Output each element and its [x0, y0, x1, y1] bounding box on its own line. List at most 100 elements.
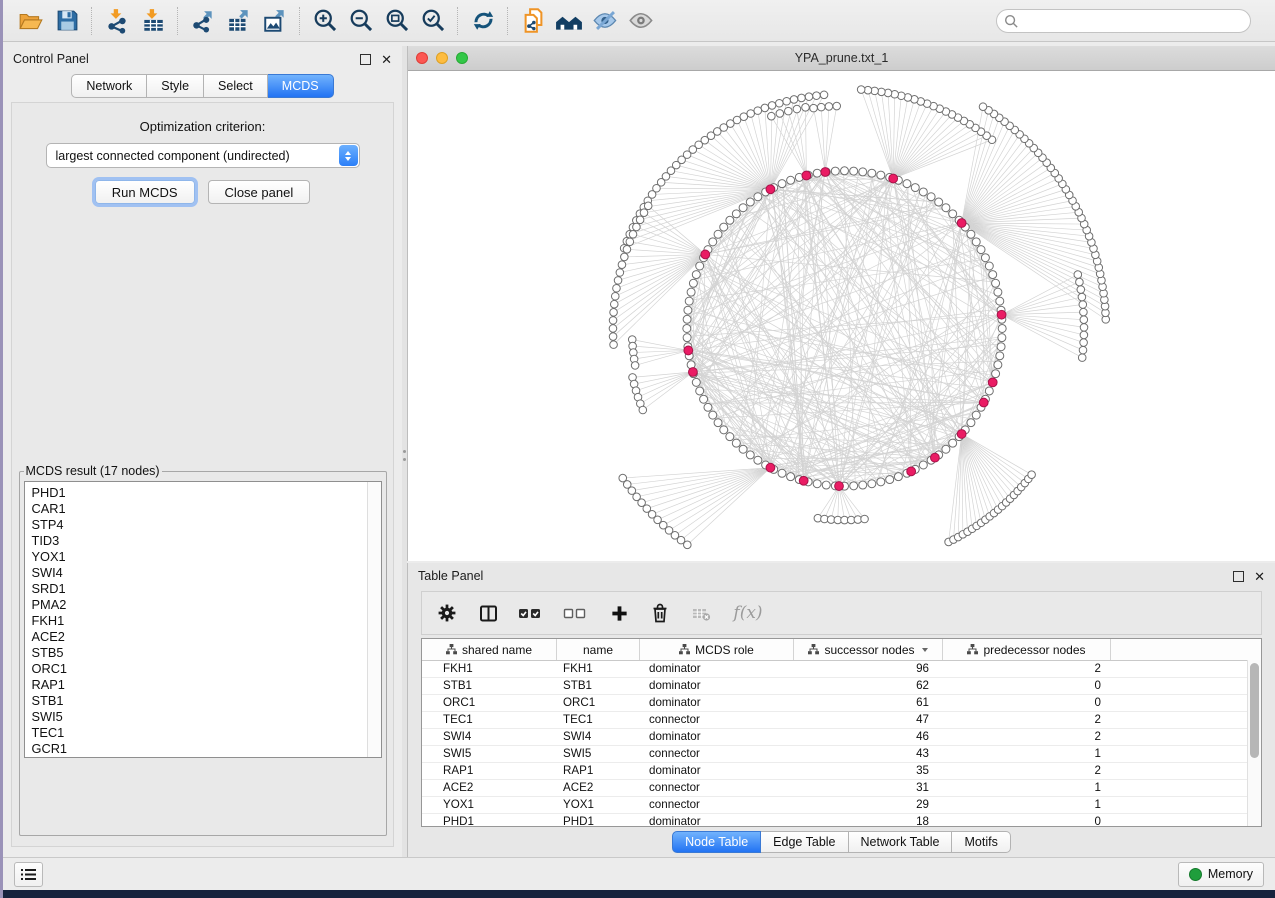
cell-name[interactable]: FKH1 [557, 661, 640, 677]
mcds-hub-node[interactable] [907, 467, 916, 476]
table-scrollbar-thumb[interactable] [1250, 663, 1259, 758]
cell-successor_nodes[interactable]: 35 [794, 763, 943, 779]
mcds-hub-node[interactable] [997, 310, 1006, 319]
mcds-node-item[interactable]: CAR1 [32, 501, 367, 517]
cell-shared_name[interactable]: PHD1 [422, 814, 557, 826]
mcds-list-scrollbar[interactable] [367, 482, 381, 757]
cell-predecessor_nodes[interactable]: 2 [943, 729, 1111, 745]
cell-mcds_role[interactable]: dominator [640, 678, 794, 694]
table-row[interactable]: PHD1PHD1dominator180 [422, 814, 1261, 826]
tab-node-table[interactable]: Node Table [672, 831, 761, 853]
maximize-window-icon[interactable] [456, 52, 468, 64]
cell-name[interactable]: RAP1 [557, 763, 640, 779]
mcds-node-item[interactable]: ACE2 [32, 629, 367, 645]
cell-predecessor_nodes[interactable]: 0 [943, 695, 1111, 711]
cell-name[interactable]: STB1 [557, 678, 640, 694]
mcds-hub-node[interactable] [689, 368, 698, 377]
float-panel-icon[interactable] [1233, 571, 1244, 582]
cell-successor_nodes[interactable]: 18 [794, 814, 943, 826]
cell-name[interactable]: YOX1 [557, 797, 640, 813]
cell-mcds_role[interactable]: dominator [640, 661, 794, 677]
mcds-node-item[interactable]: PMA2 [32, 597, 367, 613]
cell-mcds_role[interactable]: connector [640, 797, 794, 813]
mcds-hub-node[interactable] [988, 378, 997, 387]
mcds-node-item[interactable]: STB5 [32, 645, 367, 661]
cell-name[interactable]: ACE2 [557, 780, 640, 796]
panel-splitter[interactable] [402, 46, 407, 857]
column-header-predecessor-nodes[interactable]: predecessor nodes [943, 639, 1111, 660]
zoom-selected-button[interactable] [415, 5, 451, 37]
export-table-button[interactable] [221, 5, 257, 37]
export-network-button[interactable] [185, 5, 221, 37]
column-header-name[interactable]: name [557, 639, 640, 660]
mcds-node-item[interactable]: STB1 [32, 693, 367, 709]
mcds-node-item[interactable]: SRD1 [32, 581, 367, 597]
mcds-node-item[interactable]: YOX1 [32, 549, 367, 565]
close-panel-icon[interactable]: ✕ [381, 53, 392, 66]
cell-mcds_role[interactable]: dominator [640, 763, 794, 779]
cell-mcds_role[interactable]: dominator [640, 814, 794, 826]
search-input[interactable] [996, 9, 1251, 33]
table-row[interactable]: YOX1YOX1connector291 [422, 797, 1261, 814]
cell-predecessor_nodes[interactable]: 0 [943, 814, 1111, 826]
mcds-node-item[interactable]: GCR1 [32, 741, 367, 757]
mcds-hub-node[interactable] [979, 398, 988, 407]
mcds-hub-node[interactable] [766, 463, 775, 472]
float-panel-icon[interactable] [360, 54, 371, 65]
deselect-all-button[interactable] [563, 602, 589, 624]
table-row[interactable]: SWI4SWI4dominator462 [422, 729, 1261, 746]
tab-network[interactable]: Network [71, 74, 147, 98]
mcds-hub-node[interactable] [684, 346, 693, 355]
table-row[interactable]: STB1STB1dominator620 [422, 678, 1261, 695]
cell-shared_name[interactable]: SWI5 [422, 746, 557, 762]
delete-row-button[interactable] [649, 602, 671, 624]
mcds-hub-node[interactable] [931, 453, 940, 462]
run-mcds-button[interactable]: Run MCDS [95, 180, 195, 204]
cell-predecessor_nodes[interactable]: 2 [943, 763, 1111, 779]
mcds-node-item[interactable]: TID3 [32, 533, 367, 549]
export-image-button[interactable] [257, 5, 293, 37]
import-table-button[interactable] [135, 5, 171, 37]
criterion-dropdown[interactable]: largest connected component (undirected) [46, 143, 360, 168]
table-row[interactable]: FKH1FKH1dominator962 [422, 661, 1261, 678]
cell-name[interactable]: SWI4 [557, 729, 640, 745]
refresh-layout-button[interactable] [465, 5, 501, 37]
network-canvas[interactable] [408, 71, 1275, 561]
tab-edge-table[interactable]: Edge Table [761, 831, 848, 853]
function-builder-button[interactable]: f(x) [731, 602, 765, 624]
table-row[interactable]: RAP1RAP1dominator352 [422, 763, 1261, 780]
cell-predecessor_nodes[interactable]: 0 [943, 678, 1111, 694]
cell-mcds_role[interactable]: dominator [640, 695, 794, 711]
cell-successor_nodes[interactable]: 31 [794, 780, 943, 796]
mcds-hub-node[interactable] [766, 185, 775, 194]
cell-successor_nodes[interactable]: 46 [794, 729, 943, 745]
column-header-MCDS-role[interactable]: MCDS role [640, 639, 794, 660]
cell-mcds_role[interactable]: connector [640, 746, 794, 762]
mcds-node-item[interactable]: SWI5 [32, 709, 367, 725]
mcds-node-item[interactable]: FKH1 [32, 613, 367, 629]
mcds-hub-node[interactable] [802, 171, 811, 180]
mcds-node-item[interactable]: STP4 [32, 517, 367, 533]
tab-motifs[interactable]: Motifs [952, 831, 1010, 853]
close-panel-icon[interactable]: ✕ [1254, 570, 1265, 583]
hide-selected-button[interactable] [587, 5, 623, 37]
mcds-hub-node[interactable] [821, 168, 830, 177]
minimize-window-icon[interactable] [436, 52, 448, 64]
tab-style[interactable]: Style [147, 74, 204, 98]
zoom-fit-button[interactable] [379, 5, 415, 37]
cell-predecessor_nodes[interactable]: 1 [943, 780, 1111, 796]
mcds-node-item[interactable]: SWI4 [32, 565, 367, 581]
cell-shared_name[interactable]: TEC1 [422, 712, 557, 728]
mcds-hub-node[interactable] [835, 482, 844, 491]
delete-table-button[interactable] [690, 602, 712, 624]
cell-predecessor_nodes[interactable]: 2 [943, 712, 1111, 728]
mcds-node-item[interactable]: ORC1 [32, 661, 367, 677]
close-panel-button[interactable]: Close panel [208, 180, 311, 204]
add-row-button[interactable] [608, 602, 630, 624]
import-network-button[interactable] [99, 5, 135, 37]
cell-predecessor_nodes[interactable]: 1 [943, 746, 1111, 762]
mcds-hub-node[interactable] [957, 430, 966, 439]
cell-shared_name[interactable]: ACE2 [422, 780, 557, 796]
first-neighbors-button[interactable] [551, 5, 587, 37]
cell-shared_name[interactable]: SWI4 [422, 729, 557, 745]
